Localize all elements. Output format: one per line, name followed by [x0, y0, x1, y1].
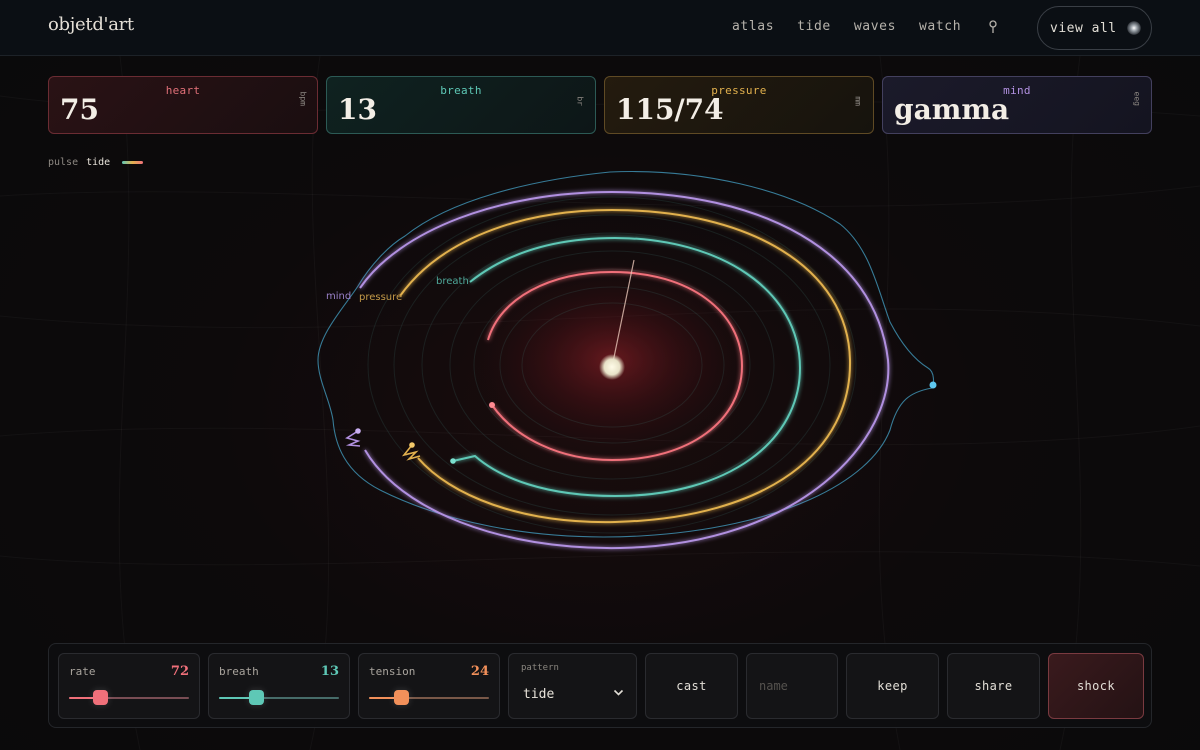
rate-value: 72	[170, 664, 189, 679]
name-input[interactable]	[746, 653, 838, 719]
stat-card-breath[interactable]: breath 13 br	[326, 76, 596, 134]
ring-mind-marker	[355, 428, 361, 434]
stat-value: 75	[60, 93, 99, 126]
keep-button[interactable]: keep	[846, 653, 939, 719]
pattern-label: pattern	[521, 663, 559, 673]
breath-track[interactable]	[219, 690, 339, 705]
rate-track[interactable]	[69, 690, 189, 705]
tension-slider[interactable]: tension 24	[358, 653, 500, 719]
ring-heart-marker	[489, 402, 495, 408]
pattern-select[interactable]: pattern tide	[508, 653, 637, 719]
shock-button[interactable]: shock	[1048, 653, 1144, 719]
share-button[interactable]: share	[947, 653, 1040, 719]
orb-icon	[1126, 21, 1141, 35]
logo[interactable]: objetd'art	[48, 14, 134, 35]
ring-breath-marker	[450, 458, 456, 464]
outline-marker	[929, 381, 937, 389]
nav-watch[interactable]: watch	[919, 19, 961, 34]
nav-tide[interactable]: tide	[797, 19, 831, 34]
stat-unit: mm	[854, 96, 863, 106]
breath-label: breath	[219, 665, 259, 678]
cast-button[interactable]: cast	[645, 653, 738, 719]
view-all-label: view all	[1050, 20, 1117, 36]
breath-slider[interactable]: breath 13	[208, 653, 350, 719]
stat-unit: br	[576, 96, 585, 106]
control-panel: rate 72 breath 13 tension 24 pattern tid…	[48, 643, 1152, 728]
stat-unit: bpm	[298, 91, 307, 106]
stat-value: gamma	[894, 93, 1010, 126]
tide-visualization[interactable]: mind pressure breath	[0, 150, 1200, 620]
rate-thumb[interactable]	[93, 690, 108, 705]
stat-value: 13	[338, 93, 377, 126]
stat-value: 115/74	[616, 93, 724, 126]
tension-track[interactable]	[369, 690, 489, 705]
ring-label-breath: breath	[436, 276, 469, 287]
chevron-down-icon	[613, 689, 624, 696]
ring-label-mind: mind	[326, 291, 351, 302]
pattern-value: tide	[523, 687, 555, 702]
stat-card-heart[interactable]: heart 75 bpm	[48, 76, 318, 134]
tension-thumb[interactable]	[394, 690, 409, 705]
center-dot	[599, 354, 625, 380]
top-bar: objetd'art atlas tide waves watch view a…	[0, 0, 1200, 56]
breath-value: 13	[320, 664, 339, 679]
stat-unit: eeg	[1132, 91, 1141, 106]
nav-waves[interactable]: waves	[854, 19, 896, 34]
stat-card-pressure[interactable]: pressure 115/74 mm	[604, 76, 874, 134]
rate-slider[interactable]: rate 72	[58, 653, 200, 719]
stat-card-mind[interactable]: mind gamma eeg	[882, 76, 1152, 134]
view-all-button[interactable]: view all	[1037, 6, 1152, 50]
ring-pressure-marker	[409, 442, 415, 448]
tension-label: tension	[369, 665, 416, 678]
location-pin-icon[interactable]	[986, 19, 1000, 35]
tension-value: 24	[470, 664, 489, 679]
main-nav: atlas tide waves watch	[732, 19, 961, 34]
rate-label: rate	[69, 665, 96, 678]
ring-label-pressure: pressure	[359, 292, 402, 303]
nav-atlas[interactable]: atlas	[732, 19, 774, 34]
breath-thumb[interactable]	[249, 690, 264, 705]
